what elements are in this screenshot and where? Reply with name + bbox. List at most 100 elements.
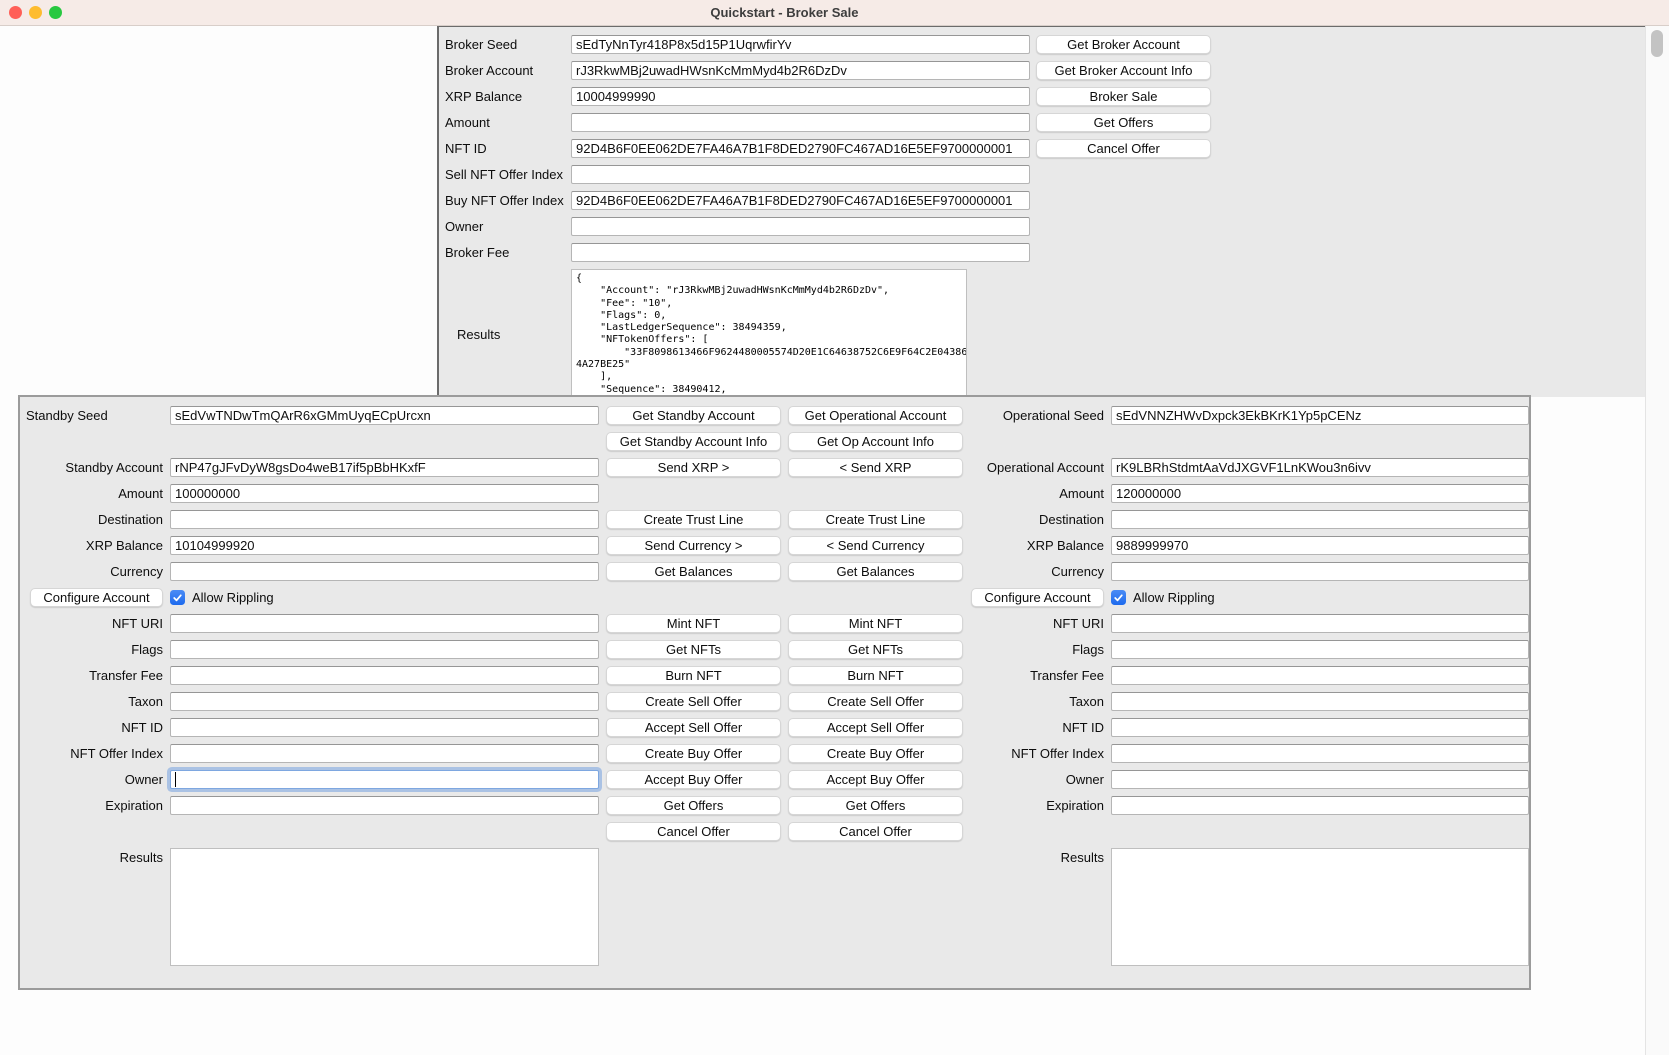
operational-nft-offer-index-input[interactable] (1111, 744, 1529, 763)
standby-get-balances-button[interactable]: Get Balances (606, 562, 781, 581)
operational-allow-rippling-checkbox[interactable] (1111, 590, 1126, 605)
broker-amount-input[interactable] (571, 113, 1030, 132)
operational-get-op-account-info-button[interactable]: Get Op Account Info (788, 432, 963, 451)
minimize-window-button[interactable] (29, 6, 42, 19)
operational-xrp-balance-input[interactable] (1111, 536, 1529, 555)
standby-configure-account-button[interactable]: Configure Account (30, 588, 163, 607)
operational-get-balances-button[interactable]: Get Balances (788, 562, 963, 581)
operational-currency-input[interactable] (1111, 562, 1529, 581)
standby-owner-input[interactable] (170, 770, 599, 789)
operational-get-offers-button[interactable]: Get Offers (788, 796, 963, 815)
broker-broker-account-input[interactable] (571, 61, 1030, 80)
standby-create-buy-offer-button[interactable]: Create Buy Offer (606, 744, 781, 763)
standby-amount-input[interactable] (170, 484, 599, 503)
get-broker-account-button[interactable]: Get Broker Account (1036, 35, 1211, 54)
operational-create-buy-offer-button[interactable]: Create Buy Offer (788, 744, 963, 763)
standby-transfer-fee-input[interactable] (170, 666, 599, 685)
operational-nft-uri-input[interactable] (1111, 614, 1529, 633)
operational-owner-input[interactable] (1111, 770, 1529, 789)
zoom-window-button[interactable] (49, 6, 62, 19)
broker-panel: Broker SeedGet Broker AccountBroker Acco… (437, 25, 1646, 397)
broker-owner-input[interactable] (571, 217, 1030, 236)
standby-create-trust-line-button[interactable]: Create Trust Line (606, 510, 781, 529)
standby-accept-buy-offer-button[interactable]: Accept Buy Offer (606, 770, 781, 789)
broker-xrp-balance-input[interactable] (571, 87, 1030, 106)
broker-nft-id-input[interactable] (571, 139, 1030, 158)
operational-xrp-balance-label: XRP Balance (970, 536, 1104, 555)
operational-send-xrp-button[interactable]: < Send XRP (788, 458, 963, 477)
standby-cancel-offer-button[interactable]: Cancel Offer (606, 822, 781, 841)
operational-nft-id-input[interactable] (1111, 718, 1529, 737)
standby-mint-nft-button[interactable]: Mint NFT (606, 614, 781, 633)
operational-destination-input[interactable] (1111, 510, 1529, 529)
operational-nft-id-label: NFT ID (970, 718, 1104, 737)
cancel-offer-button[interactable]: Cancel Offer (1036, 139, 1211, 158)
operational-results-label: Results (970, 848, 1104, 867)
operational-burn-nft-button[interactable]: Burn NFT (788, 666, 963, 685)
standby-transfer-fee-label: Transfer Fee (26, 666, 163, 685)
standby-nft-offer-index-input[interactable] (170, 744, 599, 763)
owner-label: Owner (445, 217, 565, 236)
standby-destination-input[interactable] (170, 510, 599, 529)
operational-amount-label: Amount (970, 484, 1104, 503)
broker-sell-nft-offer-index-input[interactable] (571, 165, 1030, 184)
standby-get-offers-button[interactable]: Get Offers (606, 796, 781, 815)
operational-expiration-input[interactable] (1111, 796, 1529, 815)
standby-get-standby-account-info-button[interactable]: Get Standby Account Info (606, 432, 781, 451)
broker-results-box-text: { "Account": "rJ3RkwMBj2uwadHWsnKcMmMyd4… (572, 270, 966, 396)
operational-get-operational-account-button[interactable]: Get Operational Account (788, 406, 963, 425)
operational-taxon-input[interactable] (1111, 692, 1529, 711)
standby-create-sell-offer-button[interactable]: Create Sell Offer (606, 692, 781, 711)
operational-configure-account-button[interactable]: Configure Account (971, 588, 1104, 607)
operational-operational-seed-label: Operational Seed (970, 406, 1104, 425)
operational-nft-offer-index-label: NFT Offer Index (970, 744, 1104, 763)
standby-flags-label: Flags (26, 640, 163, 659)
standby-flags-input[interactable] (170, 640, 599, 659)
operational-mint-nft-button[interactable]: Mint NFT (788, 614, 963, 633)
standby-taxon-input[interactable] (170, 692, 599, 711)
standby-nft-id-input[interactable] (170, 718, 599, 737)
standby-burn-nft-button[interactable]: Burn NFT (606, 666, 781, 685)
standby-currency-input[interactable] (170, 562, 599, 581)
operational-transfer-fee-input[interactable] (1111, 666, 1529, 685)
standby-send-xrp-button[interactable]: Send XRP > (606, 458, 781, 477)
standby-send-currency-button[interactable]: Send Currency > (606, 536, 781, 555)
title-bar: Quickstart - Broker Sale (0, 0, 1669, 26)
standby-get-nfts-button[interactable]: Get NFTs (606, 640, 781, 659)
standby-standby-account-label: Standby Account (26, 458, 163, 477)
broker-results-box: { "Account": "rJ3RkwMBj2uwadHWsnKcMmMyd4… (571, 269, 967, 397)
broker-broker-seed-input[interactable] (571, 35, 1030, 54)
operational-send-currency-button[interactable]: < Send Currency (788, 536, 963, 555)
broker-broker-fee-input[interactable] (571, 243, 1030, 262)
operational-accept-sell-offer-button[interactable]: Accept Sell Offer (788, 718, 963, 737)
standby-get-standby-account-button[interactable]: Get Standby Account (606, 406, 781, 425)
checkmark-icon (172, 592, 183, 603)
standby-expiration-input[interactable] (170, 796, 599, 815)
window-scrollbar-track[interactable] (1645, 25, 1669, 1055)
standby-accept-sell-offer-button[interactable]: Accept Sell Offer (606, 718, 781, 737)
operational-accept-buy-offer-button[interactable]: Accept Buy Offer (788, 770, 963, 789)
operational-get-nfts-button[interactable]: Get NFTs (788, 640, 963, 659)
standby-nft-uri-input[interactable] (170, 614, 599, 633)
operational-currency-label: Currency (970, 562, 1104, 581)
standby-standby-seed-input[interactable] (170, 406, 599, 425)
window-title: Quickstart - Broker Sale (710, 0, 858, 25)
operational-flags-input[interactable] (1111, 640, 1529, 659)
operational-results-box (1111, 848, 1529, 966)
operational-cancel-offer-button[interactable]: Cancel Offer (788, 822, 963, 841)
get-broker-account-info-button[interactable]: Get Broker Account Info (1036, 61, 1211, 80)
operational-operational-seed-input[interactable] (1111, 406, 1529, 425)
standby-xrp-balance-input[interactable] (170, 536, 599, 555)
operational-amount-input[interactable] (1111, 484, 1529, 503)
broker-sale-button[interactable]: Broker Sale (1036, 87, 1211, 106)
window-scrollbar-thumb[interactable] (1651, 30, 1663, 57)
operational-create-trust-line-button[interactable]: Create Trust Line (788, 510, 963, 529)
operational-create-sell-offer-button[interactable]: Create Sell Offer (788, 692, 963, 711)
standby-currency-label: Currency (26, 562, 163, 581)
standby-allow-rippling-checkbox[interactable] (170, 590, 185, 605)
broker-buy-nft-offer-index-input[interactable] (571, 191, 1030, 210)
close-window-button[interactable] (9, 6, 22, 19)
standby-standby-account-input[interactable] (170, 458, 599, 477)
operational-operational-account-input[interactable] (1111, 458, 1529, 477)
get-offers-button[interactable]: Get Offers (1036, 113, 1211, 132)
